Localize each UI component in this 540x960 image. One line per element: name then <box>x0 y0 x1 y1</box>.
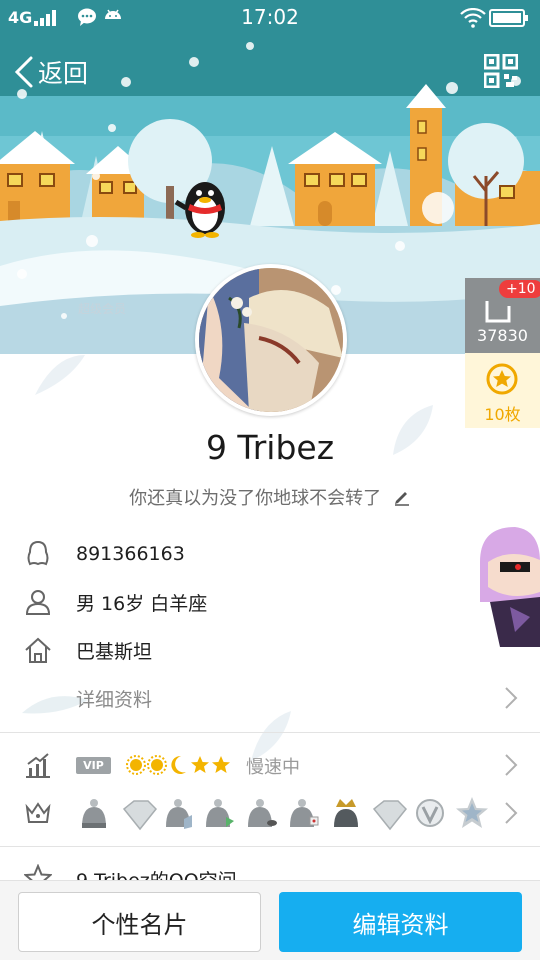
member-tag: 超级会员 <box>78 302 127 316</box>
level-suns-moon-stars-icon <box>126 755 230 775</box>
details-row[interactable]: 详细资料 <box>0 674 540 722</box>
qr-code-button[interactable] <box>484 54 518 88</box>
likes-tab[interactable]: +10 37830 <box>465 278 540 353</box>
chevron-right-icon <box>505 687 518 709</box>
signature-text: 你还真以为没了你地球不会转了 <box>129 488 382 509</box>
vip-speed-status: 慢速中 <box>246 757 300 778</box>
chevron-left-icon <box>14 56 33 88</box>
feather-decoration-icon <box>35 355 85 395</box>
location: 巴基斯坦 <box>76 640 153 663</box>
likes-increment-badge: +10 <box>499 280 540 298</box>
chevron-right-icon <box>505 802 518 824</box>
basic-info: 男 16岁 白羊座 <box>76 592 208 615</box>
details-label: 详细资料 <box>76 688 153 711</box>
likes-count: 37830 <box>477 326 528 345</box>
back-button[interactable]: 返回 <box>12 50 88 94</box>
profile-card-button[interactable]: 个性名片 <box>18 892 261 952</box>
person-icon <box>25 590 51 615</box>
signature-row[interactable]: 你还真以为没了你地球不会转了 <box>0 484 540 510</box>
edit-pen-icon[interactable] <box>393 488 411 506</box>
penguin-outline-icon <box>27 540 49 566</box>
vip-badge: VIP <box>76 757 111 774</box>
qq-number-row: 891366163 <box>0 530 540 578</box>
qq-number: 891366163 <box>76 543 185 565</box>
chevron-right-icon <box>505 754 518 776</box>
clock: 17:02 <box>241 5 299 29</box>
basic-info-row: 男 16岁 白羊座 <box>0 578 540 626</box>
thumbs-up-icon <box>485 301 511 323</box>
home-icon <box>25 637 51 663</box>
section-divider <box>0 732 540 733</box>
wifi-icon <box>460 8 486 28</box>
status-bar: 4G 17:02 <box>0 0 540 36</box>
battery-icon <box>489 9 528 27</box>
medal-star-icon <box>486 363 518 395</box>
medal-tab[interactable]: 10枚 <box>465 353 540 428</box>
section-divider <box>0 846 540 847</box>
growth-chart-icon <box>26 753 50 778</box>
medal-count: 10枚 <box>484 405 521 424</box>
nickname: 9 Tribez <box>205 428 335 467</box>
back-label: 返回 <box>38 59 89 88</box>
achievement-badges-icon <box>82 797 488 831</box>
crown-icon <box>25 802 51 823</box>
location-row: 巴基斯坦 <box>0 626 540 674</box>
edit-profile-button[interactable]: 编辑资料 <box>279 892 522 952</box>
avatar[interactable] <box>195 264 347 416</box>
bottom-action-bar: 个性名片 编辑资料 <box>0 880 540 960</box>
